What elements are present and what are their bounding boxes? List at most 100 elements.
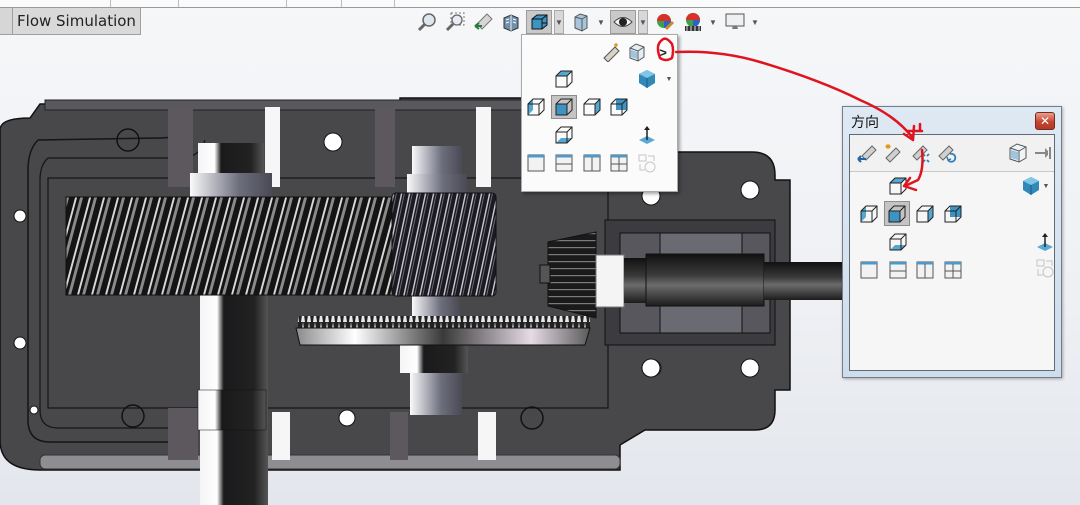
top-view-icon (889, 177, 907, 195)
left-view-icon (860, 205, 878, 223)
four-view-button[interactable] (608, 152, 630, 174)
dialog-title: 方向 (851, 115, 879, 131)
view-front-button[interactable] (884, 201, 910, 226)
previous-view-button[interactable] (856, 142, 878, 164)
two-view-horizontal-button[interactable] (553, 152, 575, 174)
two-view-vertical-icon (916, 261, 934, 279)
view-orientation-flyout: > ▼ (521, 34, 678, 192)
back-view-icon (944, 205, 962, 223)
link-views-button[interactable] (1034, 257, 1056, 279)
isometric-dropdown[interactable]: ▼ (658, 68, 680, 90)
output-shaft (645, 253, 765, 307)
right-view-icon (583, 98, 601, 116)
new-view-flashlight-icon (885, 144, 901, 163)
bearing-pocket (168, 107, 193, 187)
two-view-vertical-button[interactable] (581, 152, 603, 174)
isometric-view-button[interactable] (636, 68, 658, 90)
single-view-button[interactable] (525, 152, 547, 174)
close-button[interactable]: ✕ (1035, 112, 1055, 130)
previous-view-icon (857, 145, 877, 163)
large-helical-gear (65, 196, 397, 296)
view-settings-button[interactable] (722, 10, 748, 34)
expand-orientation-dialog-button[interactable]: > (652, 41, 674, 63)
isometric-view-button[interactable] (1020, 175, 1042, 197)
view-orientation-dropdown[interactable]: ▼ (554, 10, 564, 34)
hide-show-items-dropdown[interactable]: ▼ (638, 10, 648, 34)
view-settings-dropdown[interactable]: ▼ (750, 10, 760, 34)
link-views-icon (1036, 259, 1054, 278)
isometric-dropdown[interactable]: ▼ (1040, 175, 1052, 197)
magnifier-icon (417, 13, 436, 32)
reset-standard-views-button[interactable] (936, 142, 958, 164)
view-orientation-button[interactable] (526, 10, 552, 34)
view-top-button[interactable] (887, 175, 909, 197)
display-style-button[interactable] (568, 10, 594, 34)
update-standard-views-icon (912, 145, 930, 163)
apply-scene-button[interactable] (680, 10, 706, 34)
zoom-to-area-button[interactable] (442, 10, 468, 34)
bevel-ring-gear (295, 327, 591, 346)
view-selector-button[interactable] (600, 41, 622, 63)
single-view-button[interactable] (858, 259, 880, 281)
new-view-button[interactable] (882, 142, 904, 164)
four-view-icon (610, 154, 628, 172)
orientation-dialog: 方向 ✕ ▼ (842, 106, 1062, 378)
view-right-button[interactable] (581, 96, 603, 118)
two-view-horizontal-icon (555, 154, 573, 172)
two-view-horizontal-icon (889, 261, 907, 279)
left-view-icon (527, 98, 545, 116)
hide-show-items-button[interactable] (610, 10, 636, 34)
two-view-vertical-button[interactable] (914, 259, 936, 281)
previous-view-icon (474, 13, 493, 30)
two-view-horizontal-button[interactable] (887, 259, 909, 281)
two-view-vertical-icon (583, 154, 601, 172)
edit-appearance-button[interactable] (652, 10, 678, 34)
bevel-pinion (547, 231, 597, 319)
small-helical-gear (391, 192, 497, 297)
view-left-button[interactable] (858, 203, 880, 225)
view-right-button[interactable] (914, 203, 936, 225)
view-selector-icon (603, 43, 620, 62)
close-icon: ✕ (1039, 114, 1051, 128)
previous-view-button[interactable] (470, 10, 496, 34)
pinion-bearing (595, 254, 625, 308)
view-bottom-button[interactable] (887, 231, 909, 253)
view-left-button[interactable] (525, 96, 547, 118)
view-selector-icon (1009, 143, 1027, 163)
left-shaft-top (198, 143, 264, 173)
bottom-view-icon (889, 233, 907, 251)
expand-chevron-icon: > (659, 44, 667, 60)
view-back-button[interactable] (608, 96, 630, 118)
dialog-body: ▼ (849, 134, 1055, 371)
view-back-button[interactable] (942, 203, 964, 225)
section-view-button[interactable] (498, 10, 524, 34)
eye-icon (613, 17, 633, 27)
normal-to-button[interactable] (1034, 231, 1056, 253)
normal-to-button[interactable] (636, 124, 658, 146)
right-view-icon (916, 205, 934, 223)
bottom-view-icon (555, 126, 573, 144)
zoom-area-icon (445, 12, 465, 32)
display-style-icon (574, 13, 588, 32)
update-standard-views-button[interactable] (910, 142, 932, 164)
link-views-button[interactable] (636, 152, 658, 174)
four-view-button[interactable] (942, 259, 964, 281)
pin-button[interactable] (1032, 142, 1054, 164)
dialog-toolbar (850, 135, 1054, 172)
view-front-button[interactable] (551, 95, 577, 119)
bottom-flange (39, 454, 621, 470)
reset-standard-views-icon (938, 145, 957, 163)
front-view-icon (555, 98, 573, 116)
view-selector-button[interactable] (1007, 142, 1029, 164)
view-bottom-button[interactable] (553, 124, 575, 146)
apply-scene-dropdown[interactable]: ▼ (708, 10, 718, 34)
front-view-icon (888, 205, 906, 222)
view-orientation-cube-icon (531, 14, 548, 30)
display-style-dropdown[interactable]: ▼ (596, 10, 606, 34)
view-top-button[interactable] (553, 68, 575, 90)
isometric-icon (639, 70, 655, 88)
link-views-icon (638, 154, 656, 173)
zoom-to-fit-button[interactable] (414, 10, 440, 34)
monitor-icon (725, 13, 745, 29)
new-view-button[interactable] (626, 41, 648, 63)
